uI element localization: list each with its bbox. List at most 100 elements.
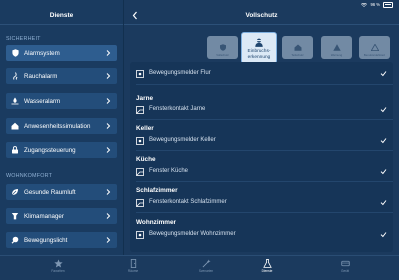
page-title: Vollschutz <box>245 12 278 19</box>
sidebar-item-label: Wasseralarm <box>24 97 61 105</box>
burglar-icon <box>255 38 263 47</box>
mode-button-benutzerdefiniert[interactable]: Benutzerdefiniert <box>359 36 390 59</box>
sidebar-item-anwesenheitssimulation[interactable]: Anwesenheitssimulation <box>6 118 117 134</box>
smoke-icon <box>11 72 19 80</box>
mode-button-vollschutz[interactable]: Vollschutz <box>207 36 238 59</box>
list-item[interactable]: Bewegungsmelder Wohnzimmer <box>130 228 393 242</box>
sidebar-item-label: Anwesenheitssimulation <box>24 122 91 130</box>
star-icon <box>53 259 63 268</box>
device-name: Bewegungsmelder Keller <box>149 137 216 143</box>
house-icon <box>294 44 301 51</box>
window-contact-icon <box>136 199 144 207</box>
sidebar-item-label: Zugangssteuerung <box>24 146 76 154</box>
sidebar-item-gesunde-raumluft[interactable]: Gesunde Raumluft <box>6 184 117 200</box>
services-sidebar: Dienste SICHERHEIT Alarmsystem Rauchalar… <box>0 0 124 255</box>
sidebar-item-klimamanager[interactable]: Klimamanager <box>6 208 117 224</box>
device-name: Bewegungsmelder Wohnzimmer <box>149 231 236 237</box>
sidebar-item-zugangssteuerung[interactable]: Zugangssteuerung <box>6 142 117 158</box>
shield-icon <box>219 44 226 51</box>
room-header: Keller <box>136 125 154 132</box>
sidebar-item-label: Rauchalarm <box>24 72 58 80</box>
checkmark-icon <box>380 169 387 175</box>
row-divider <box>136 181 393 182</box>
leaf-icon <box>11 188 19 196</box>
detail-header: Vollschutz <box>124 0 399 26</box>
mode-label: Benutzerdefiniert <box>363 53 386 57</box>
tab-dienste[interactable]: Dienste <box>250 259 284 273</box>
tab-favoriten[interactable]: Favoriten <box>41 259 75 273</box>
tab-szenarien[interactable]: Szenarien <box>189 259 223 273</box>
motion-sensor-icon <box>136 231 144 239</box>
tab-label: Gerät <box>341 269 349 273</box>
sidebar-item-label: Alarmsystem <box>24 49 60 57</box>
mode-label: Einbruchs-erkennung <box>247 49 271 60</box>
motion-sensor-icon <box>136 137 144 145</box>
mode-label: Teilschutz <box>291 53 304 57</box>
mode-button-teilschutz[interactable]: Teilschutz <box>282 36 313 59</box>
header-divider <box>124 24 399 25</box>
room-header: Schlafzimmer <box>136 187 178 194</box>
tab-label: Favoriten <box>51 269 65 273</box>
section-label-security: SICHERHEIT <box>6 36 41 42</box>
row-divider <box>136 212 393 213</box>
window-contact-icon <box>136 168 144 176</box>
mode-label: Vollschutz <box>216 53 229 57</box>
list-item[interactable]: Fensterkontakt Jarne <box>130 103 393 117</box>
row-divider <box>136 119 393 120</box>
chevron-right-icon <box>106 213 111 219</box>
lock-icon <box>11 146 19 154</box>
sidebar-divider <box>0 24 123 25</box>
device-name: Bewegungsmelder Flur <box>149 70 211 76</box>
mode-button-einbruchserkennung[interactable]: Einbruchs-erkennung <box>241 32 277 64</box>
tab-geraet[interactable]: Gerät <box>328 259 362 273</box>
sidebar-item-bewegungslicht[interactable]: Bewegungslicht <box>6 232 117 248</box>
shield-icon <box>11 49 19 57</box>
device-name: Fensterkontakt Jarne <box>149 106 206 112</box>
checkmark-icon <box>380 232 387 238</box>
sidebar-item-label: Klimamanager <box>24 212 64 220</box>
chevron-right-icon <box>106 73 111 79</box>
flask-icon <box>262 259 272 268</box>
chevron-right-icon <box>106 237 111 243</box>
list-item[interactable]: Fenster Küche <box>130 165 393 179</box>
bulb-icon <box>11 236 19 244</box>
door-icon <box>130 259 136 268</box>
sidebar-title: Dienste <box>49 12 74 19</box>
chevron-right-icon <box>106 147 111 153</box>
chevron-right-icon <box>106 123 111 129</box>
sidebar-item-wasseralarm[interactable]: Wasseralarm <box>6 93 117 109</box>
list-item[interactable]: Bewegungsmelder Flur <box>130 67 393 81</box>
checkmark-icon <box>380 200 387 206</box>
section-label-comfort: WOHNKOMFORT <box>6 173 53 179</box>
sidebar-item-label: Gesunde Raumluft <box>24 188 76 196</box>
mode-button-warnung[interactable]: Warnung <box>321 36 352 59</box>
device-name: Fensterkontakt Schlafzimmer <box>149 199 227 205</box>
checkmark-icon <box>380 71 387 77</box>
wand-icon <box>202 259 211 268</box>
window-contact-icon <box>136 106 144 114</box>
chevron-right-icon <box>106 189 111 195</box>
sidebar-item-rauchalarm[interactable]: Rauchalarm <box>6 68 117 84</box>
checkmark-icon <box>380 107 387 113</box>
controller-icon <box>340 260 350 267</box>
checkmark-icon <box>380 138 387 144</box>
room-header: Wohnzimmer <box>136 219 177 226</box>
house-icon <box>11 122 19 130</box>
tab-label: Dienste <box>261 269 273 273</box>
chevron-right-icon <box>106 50 111 56</box>
thermometer-icon <box>11 212 19 220</box>
list-item[interactable]: Bewegungsmelder Keller <box>130 134 393 148</box>
water-icon <box>11 97 19 105</box>
warning-icon <box>332 44 341 51</box>
mode-label: Warnung <box>330 53 343 57</box>
room-header: Jarne <box>136 95 154 102</box>
motion-sensor-icon <box>136 70 144 78</box>
list-item[interactable]: Fensterkontakt Schlafzimmer <box>130 196 393 210</box>
sidebar-item-label: Bewegungslicht <box>24 236 68 244</box>
sidebar-item-alarmsystem[interactable]: Alarmsystem <box>6 45 117 61</box>
room-header: Küche <box>136 156 156 163</box>
tab-label: Szenarien <box>198 269 214 273</box>
row-divider <box>136 84 393 85</box>
tab-raeume[interactable]: Räume <box>116 259 150 273</box>
chevron-right-icon <box>106 98 111 104</box>
